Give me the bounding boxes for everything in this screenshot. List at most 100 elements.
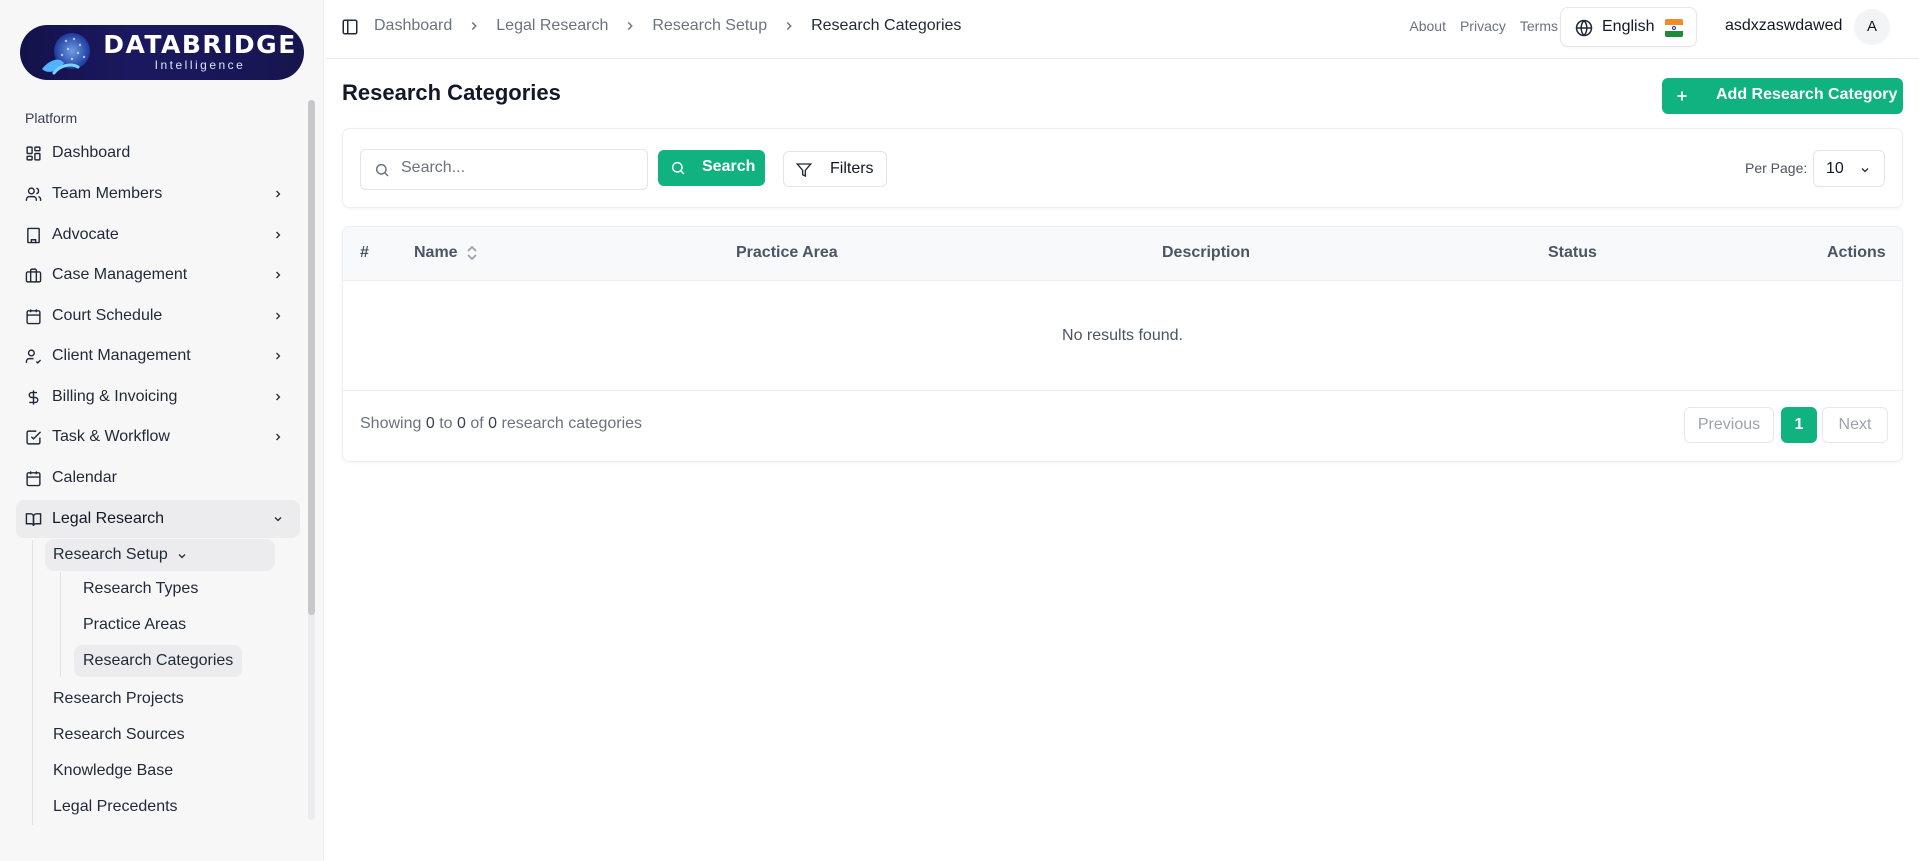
add-research-category-button[interactable]: Add Research Category bbox=[1662, 78, 1903, 114]
chevron-right-icon bbox=[786, 21, 792, 31]
results-suffix: research categories bbox=[501, 415, 643, 432]
column-header-index: # bbox=[360, 244, 369, 261]
column-header-practice-area: Practice Area bbox=[736, 244, 838, 261]
sidebar-item-label: Advocate bbox=[52, 226, 119, 243]
sidebar-scrollbar-thumb[interactable] bbox=[308, 100, 315, 615]
sidebar-item-client-management[interactable]: Client Management bbox=[16, 337, 300, 375]
sidebar-group-label: Platform bbox=[25, 110, 78, 126]
sidebar-item-label: Dashboard bbox=[52, 144, 131, 161]
sidebar-item-label: Client Management bbox=[52, 347, 191, 364]
terms-link[interactable]: Terms bbox=[1520, 18, 1558, 34]
brand-subtitle: Intelligence bbox=[154, 58, 246, 72]
brand-logo[interactable]: DATABRIDGE Intelligence bbox=[20, 25, 304, 80]
sidebar-item-label: Research Categories bbox=[83, 652, 234, 669]
sidebar-item-task-workflow[interactable]: Task & Workflow bbox=[16, 418, 300, 456]
page-1-button[interactable]: 1 bbox=[1781, 407, 1817, 443]
submenu-guide-line bbox=[60, 572, 61, 677]
search-button-label: Search bbox=[702, 158, 756, 175]
sidebar-item-dashboard[interactable]: Dashboard bbox=[16, 134, 300, 172]
sidebar-item-research-projects[interactable]: Research Projects bbox=[45, 683, 192, 715]
sidebar-item-label: Court Schedule bbox=[52, 307, 163, 324]
sidebar-item-case-management[interactable]: Case Management bbox=[16, 256, 300, 294]
per-page-select[interactable]: 10 bbox=[1813, 150, 1885, 187]
search-field[interactable] bbox=[360, 149, 648, 190]
dollar-icon bbox=[28, 390, 39, 405]
results-summary: Showing 0 to 0 of 0 research categories bbox=[360, 415, 642, 433]
top-header: Dashboard Legal Research Research Setup … bbox=[325, 0, 1919, 59]
sidebar-item-billing-invoicing[interactable]: Billing & Invoicing bbox=[16, 378, 300, 416]
chevron-right-icon bbox=[276, 190, 281, 198]
language-selector[interactable]: English bbox=[1560, 7, 1697, 47]
column-header-actions: Actions bbox=[1827, 244, 1886, 261]
research-categories-table: # Name Practice Area Description Status … bbox=[342, 226, 1903, 462]
sidebar-item-research-setup[interactable]: Research Setup bbox=[45, 539, 275, 571]
breadcrumb-research-setup[interactable]: Research Setup bbox=[652, 17, 767, 35]
sidebar-item-calendar[interactable]: Calendar bbox=[16, 459, 300, 497]
next-page-button[interactable]: Next bbox=[1822, 407, 1888, 443]
search-input[interactable] bbox=[401, 159, 641, 177]
sidebar-item-legal-precedents[interactable]: Legal Precedents bbox=[45, 791, 186, 823]
calendar-icon bbox=[26, 309, 41, 325]
india-flag-icon bbox=[1665, 19, 1683, 37]
search-toolbar: Search Filters Per Page: 10 bbox=[342, 128, 1903, 208]
sidebar-item-label: Research Types bbox=[83, 580, 199, 597]
results-of-word: of bbox=[470, 415, 484, 432]
chevron-right-icon bbox=[276, 271, 281, 279]
sort-icon[interactable] bbox=[465, 244, 479, 262]
plus-icon bbox=[1677, 91, 1687, 101]
sidebar-item-advocate[interactable]: Advocate bbox=[16, 216, 300, 254]
search-icon bbox=[671, 161, 685, 175]
chevron-down-icon bbox=[274, 517, 282, 522]
header-links: About Privacy Terms bbox=[1409, 18, 1558, 34]
sidebar-item-label: Case Management bbox=[52, 266, 188, 283]
chevron-right-icon bbox=[628, 21, 634, 31]
filters-button-label: Filters bbox=[830, 160, 874, 177]
breadcrumb-legal-research[interactable]: Legal Research bbox=[496, 17, 608, 35]
sidebar-item-practice-areas[interactable]: Practice Areas bbox=[74, 609, 195, 641]
search-button[interactable]: Search bbox=[658, 150, 765, 186]
dashboard-grid-icon bbox=[26, 146, 41, 161]
chevron-right-icon bbox=[472, 21, 478, 31]
per-page-value: 10 bbox=[1826, 160, 1844, 177]
brand-logo-icon bbox=[42, 33, 90, 75]
sidebar-item-knowledge-base[interactable]: Knowledge Base bbox=[45, 755, 181, 787]
sidebar-item-team-members[interactable]: Team Members bbox=[16, 175, 300, 213]
chevron-down-icon bbox=[1861, 168, 1869, 173]
filters-button[interactable]: Filters bbox=[783, 151, 887, 187]
avatar[interactable]: A bbox=[1854, 9, 1890, 45]
sidebar-item-legal-research[interactable]: Legal Research bbox=[16, 500, 300, 538]
chevron-down-icon bbox=[178, 554, 186, 559]
previous-page-button[interactable]: Previous bbox=[1684, 407, 1774, 443]
globe-icon bbox=[1575, 19, 1593, 37]
sidebar-item-label: Research Projects bbox=[53, 690, 184, 707]
sidebar-item-label: Legal Research bbox=[52, 510, 165, 527]
sidebar-item-court-schedule[interactable]: Court Schedule bbox=[16, 297, 300, 335]
add-button-label: Add Research Category bbox=[1716, 86, 1898, 103]
user-check-icon bbox=[25, 349, 42, 364]
sidebar-item-label: Knowledge Base bbox=[53, 762, 174, 779]
submenu-guide-line bbox=[32, 540, 33, 825]
user-name[interactable]: asdxzaswdawed bbox=[1725, 17, 1842, 35]
sidebar-item-label: Research Setup bbox=[53, 546, 168, 563]
column-header-name[interactable]: Name bbox=[414, 244, 458, 262]
language-label: English bbox=[1602, 18, 1655, 35]
sidebar-item-research-categories[interactable]: Research Categories bbox=[74, 645, 243, 677]
privacy-link[interactable]: Privacy bbox=[1460, 18, 1506, 34]
about-link[interactable]: About bbox=[1409, 18, 1446, 34]
table-header: # Name Practice Area Description Status … bbox=[343, 227, 1902, 281]
sidebar-item-research-types[interactable]: Research Types bbox=[74, 573, 207, 605]
sidebar-item-label: Task & Workflow bbox=[52, 428, 170, 445]
calendar-icon bbox=[26, 471, 41, 487]
book-open-icon bbox=[25, 513, 42, 527]
breadcrumb: Dashboard Legal Research Research Setup … bbox=[374, 17, 961, 35]
chevron-right-icon bbox=[276, 433, 281, 441]
sidebar-item-research-sources[interactable]: Research Sources bbox=[45, 719, 193, 751]
sidebar-item-label: Team Members bbox=[52, 185, 163, 202]
results-total: 0 bbox=[488, 415, 498, 432]
sidebar-item-label: Calendar bbox=[52, 469, 117, 486]
breadcrumb-research-categories: Research Categories bbox=[811, 17, 962, 34]
sidebar: DATABRIDGE Intelligence Platform Dashboa… bbox=[0, 0, 324, 861]
breadcrumb-dashboard[interactable]: Dashboard bbox=[374, 17, 452, 35]
sidebar-toggle-icon[interactable] bbox=[341, 18, 359, 36]
filter-icon bbox=[796, 163, 812, 178]
